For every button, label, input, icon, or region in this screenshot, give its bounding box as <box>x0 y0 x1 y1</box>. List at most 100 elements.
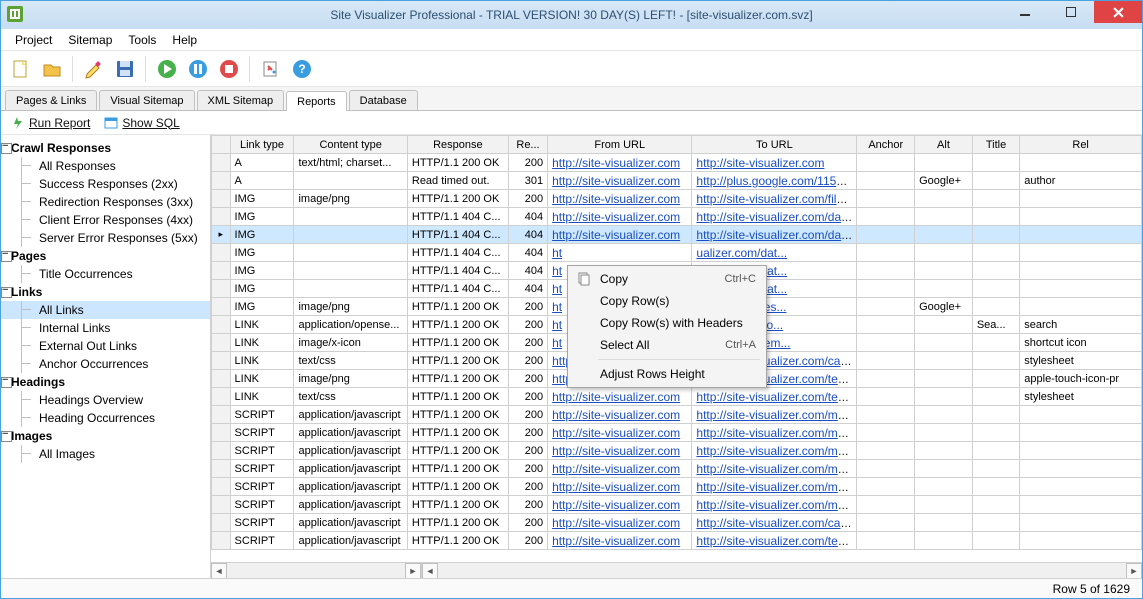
tree-item[interactable]: Title Occurrences <box>1 265 210 283</box>
tree-item[interactable]: All Links <box>1 301 210 319</box>
scroll-left-arrow[interactable]: ◄ <box>422 563 438 579</box>
tab-reports[interactable]: Reports <box>286 91 347 111</box>
column-header[interactable]: Anchor <box>857 136 915 154</box>
tree-group[interactable]: Crawl Responses <box>1 139 210 157</box>
table-row[interactable]: SCRIPTapplication/javascriptHTTP/1.1 200… <box>212 496 1142 514</box>
menu-tools[interactable]: Tools <box>122 31 162 49</box>
url-link[interactable]: http://site-visualizer.com/dat... <box>696 210 854 224</box>
column-header[interactable]: Response <box>407 136 508 154</box>
url-link[interactable]: http://site-visualizer.com <box>552 390 680 404</box>
toolbar-open-button[interactable] <box>38 55 66 83</box>
url-link[interactable]: http://site-visualizer.com <box>552 534 680 548</box>
tab-xml-sitemap[interactable]: XML Sitemap <box>197 90 285 110</box>
url-link[interactable]: http://site-visualizer.com <box>552 462 680 476</box>
scroll-right-arrow[interactable]: ► <box>405 563 421 579</box>
tree-item[interactable]: Server Error Responses (5xx) <box>1 229 210 247</box>
show-sql-link[interactable]: Show SQL <box>104 116 179 130</box>
url-link[interactable]: http://site-visualizer.com <box>552 228 680 242</box>
table-row[interactable]: SCRIPTapplication/javascriptHTTP/1.1 200… <box>212 514 1142 532</box>
toolbar-help-button[interactable]: ? <box>288 55 316 83</box>
toolbar-settings-button[interactable] <box>257 55 285 83</box>
tree-item[interactable]: All Responses <box>1 157 210 175</box>
url-link[interactable]: ht <box>552 264 562 278</box>
url-link[interactable]: http://plus.google.com/1154... <box>696 174 853 188</box>
column-header[interactable]: To URL <box>692 136 857 154</box>
tree-group[interactable]: Images <box>1 427 210 445</box>
ctx-select-all[interactable]: Select All Ctrl+A <box>570 334 764 356</box>
table-row[interactable]: SCRIPTapplication/javascriptHTTP/1.1 200… <box>212 406 1142 424</box>
url-link[interactable]: http://site-visualizer.com/me... <box>696 480 854 494</box>
url-link[interactable]: http://site-visualizer.com/cac... <box>696 516 856 530</box>
maximize-button[interactable] <box>1048 1 1094 23</box>
tab-visual-sitemap[interactable]: Visual Sitemap <box>99 90 194 110</box>
toolbar-new-button[interactable] <box>7 55 35 83</box>
table-row[interactable]: IMGHTTP/1.1 404 C...404htualizer.com/dat… <box>212 244 1142 262</box>
url-link[interactable]: http://site-visualizer.com/me... <box>696 444 854 458</box>
column-header[interactable]: Alt <box>915 136 973 154</box>
url-link[interactable]: ht <box>552 318 562 332</box>
url-link[interactable]: http://site-visualizer.com <box>696 156 824 170</box>
tree-group[interactable]: Links <box>1 283 210 301</box>
url-link[interactable]: http://site-visualizer.com <box>552 444 680 458</box>
column-header[interactable]: Re... <box>508 136 547 154</box>
url-link[interactable]: http://site-visualizer.com/me... <box>696 462 854 476</box>
minimize-button[interactable] <box>1002 1 1048 23</box>
tree-group[interactable]: Pages <box>1 247 210 265</box>
table-row[interactable]: Atext/html; charset...HTTP/1.1 200 OK200… <box>212 154 1142 172</box>
toolbar-edit-button[interactable] <box>80 55 108 83</box>
table-row[interactable]: LINKtext/cssHTTP/1.1 200 OK200http://sit… <box>212 388 1142 406</box>
tree-group[interactable]: Headings <box>1 373 210 391</box>
url-link[interactable]: http://site-visualizer.com <box>552 408 680 422</box>
tab-database[interactable]: Database <box>349 90 418 110</box>
ctx-copy-rows[interactable]: Copy Row(s) <box>570 290 764 312</box>
close-button[interactable] <box>1094 1 1142 23</box>
table-row[interactable]: SCRIPTapplication/javascriptHTTP/1.1 200… <box>212 424 1142 442</box>
tree-item[interactable]: Redirection Responses (3xx) <box>1 193 210 211</box>
toolbar-run-button[interactable] <box>153 55 181 83</box>
column-header[interactable]: Content type <box>294 136 407 154</box>
toolbar-stop-button[interactable] <box>215 55 243 83</box>
url-link[interactable]: ualizer.com/dat... <box>696 246 787 260</box>
url-link[interactable]: http://site-visualizer.com/tem... <box>696 390 856 404</box>
column-header[interactable]: Link type <box>230 136 294 154</box>
toolbar-save-button[interactable] <box>111 55 139 83</box>
ctx-copy-rows-headers[interactable]: Copy Row(s) with Headers <box>570 312 764 334</box>
tree-item[interactable]: Headings Overview <box>1 391 210 409</box>
table-row[interactable]: ARead timed out.301http://site-visualize… <box>212 172 1142 190</box>
url-link[interactable]: http://site-visualizer.com/file... <box>696 192 853 206</box>
url-link[interactable]: ht <box>552 300 562 314</box>
table-row[interactable]: ▸IMGHTTP/1.1 404 C...404http://site-visu… <box>212 226 1142 244</box>
url-link[interactable]: ht <box>552 282 562 296</box>
report-tree[interactable]: Crawl ResponsesAll ResponsesSuccess Resp… <box>1 135 211 578</box>
tree-item[interactable]: Internal Links <box>1 319 210 337</box>
menu-sitemap[interactable]: Sitemap <box>62 31 118 49</box>
scroll-track[interactable] <box>227 563 405 578</box>
menu-help[interactable]: Help <box>166 31 203 49</box>
column-header[interactable]: From URL <box>548 136 692 154</box>
scroll-right-arrow[interactable]: ► <box>1126 563 1142 579</box>
url-link[interactable]: ht <box>552 246 562 260</box>
ctx-copy[interactable]: Copy Ctrl+C <box>570 268 764 290</box>
menu-project[interactable]: Project <box>9 31 58 49</box>
table-row[interactable]: SCRIPTapplication/javascriptHTTP/1.1 200… <box>212 532 1142 550</box>
url-link[interactable]: http://site-visualizer.com <box>552 192 680 206</box>
tree-item[interactable]: All Images <box>1 445 210 463</box>
url-link[interactable]: http://site-visualizer.com/me... <box>696 426 854 440</box>
run-report-link[interactable]: Run Report <box>11 116 90 130</box>
toolbar-pause-button[interactable] <box>184 55 212 83</box>
tree-item[interactable]: External Out Links <box>1 337 210 355</box>
url-link[interactable]: http://site-visualizer.com <box>552 480 680 494</box>
url-link[interactable]: http://site-visualizer.com <box>552 426 680 440</box>
url-link[interactable]: http://site-visualizer.com/dat... <box>696 228 854 242</box>
url-link[interactable]: http://site-visualizer.com <box>552 156 680 170</box>
url-link[interactable]: http://site-visualizer.com <box>552 516 680 530</box>
scroll-left-arrow[interactable]: ◄ <box>211 563 227 579</box>
table-row[interactable]: IMGHTTP/1.1 404 C...404http://site-visua… <box>212 208 1142 226</box>
horizontal-scrollbar[interactable]: ◄ ► ◄ ► <box>211 562 1142 578</box>
url-link[interactable]: http://site-visualizer.com <box>552 174 680 188</box>
tab-pages-links[interactable]: Pages & Links <box>5 90 97 110</box>
url-link[interactable]: http://site-visualizer.com <box>552 210 680 224</box>
scroll-track[interactable] <box>438 563 1126 578</box>
column-header[interactable]: Title <box>972 136 1019 154</box>
column-header[interactable]: Rel <box>1020 136 1142 154</box>
